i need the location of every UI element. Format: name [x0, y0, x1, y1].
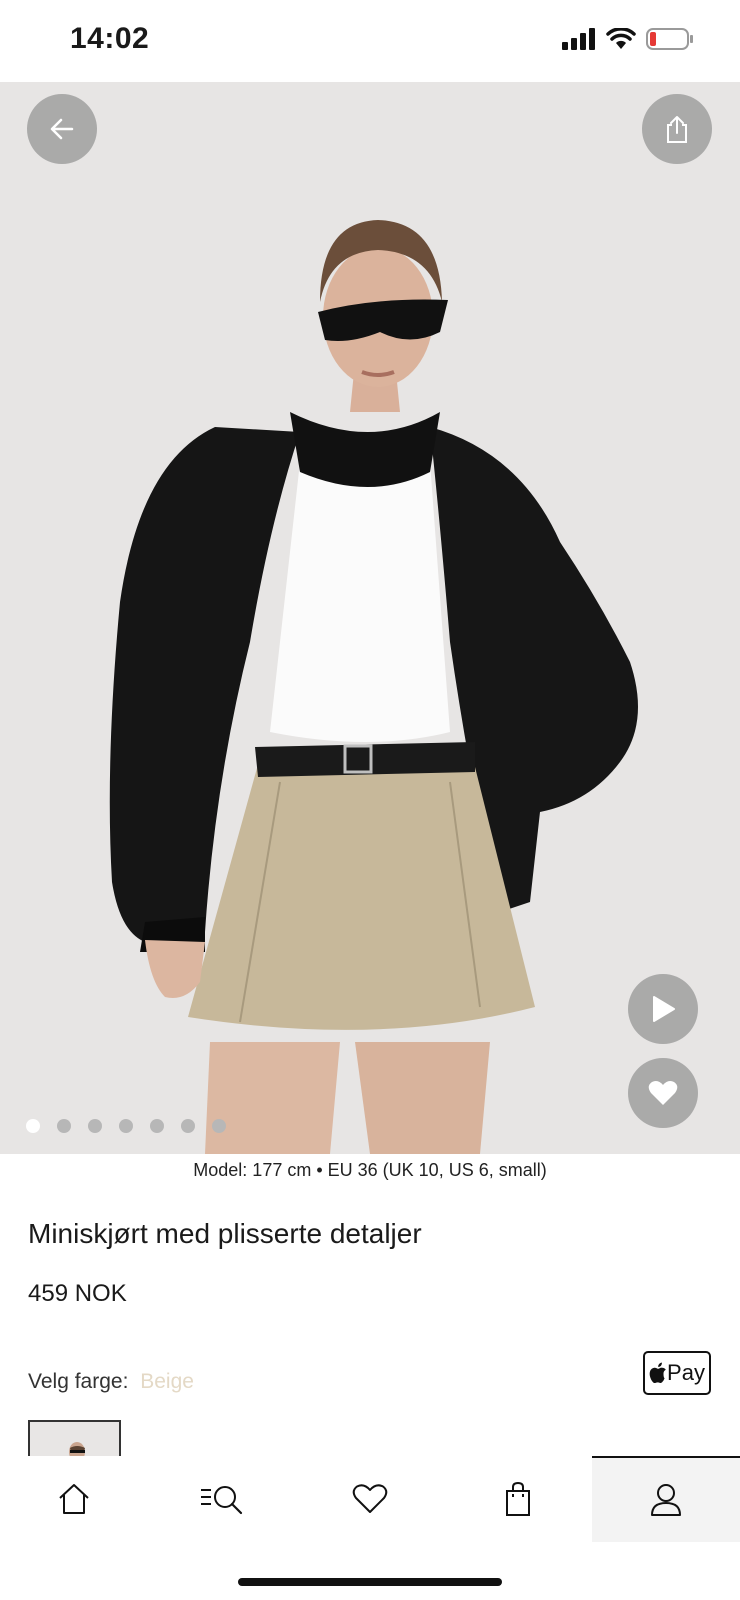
play-video-button[interactable]: [628, 974, 698, 1044]
bag-icon: [506, 1481, 530, 1516]
pagination-dot[interactable]: [181, 1119, 195, 1133]
signal-icon: [562, 28, 595, 50]
pagination-dot[interactable]: [119, 1119, 133, 1133]
status-time: 14:02: [70, 22, 150, 55]
pagination-dot[interactable]: [212, 1119, 226, 1133]
nav-wishlist[interactable]: [296, 1456, 444, 1542]
menu-search-icon: [201, 1486, 243, 1515]
share-button[interactable]: [642, 94, 712, 164]
share-icon: [667, 116, 687, 143]
favorite-button[interactable]: [628, 1058, 698, 1128]
home-icon: [59, 1484, 89, 1514]
product-title: Miniskjørt med plisserte detaljer: [28, 1218, 422, 1249]
apple-pay-button[interactable]: Pay: [643, 1351, 711, 1395]
image-pagination: [26, 1119, 226, 1133]
battery-icon: [646, 28, 693, 50]
product-image[interactable]: [0, 82, 740, 1154]
color-swatch-thumbnail[interactable]: [28, 1420, 121, 1456]
wifi-icon: [606, 28, 636, 49]
product-photo: [0, 82, 740, 1154]
thumbnail-image: [30, 1422, 119, 1456]
heart-outline-icon: [352, 1484, 388, 1513]
color-value: Beige: [140, 1370, 194, 1393]
product-price: 459 NOK: [28, 1280, 127, 1307]
nav-home[interactable]: [0, 1456, 148, 1542]
arrow-left-icon: [50, 118, 74, 140]
pagination-dot[interactable]: [26, 1119, 40, 1133]
color-label: Velg farge:: [28, 1370, 129, 1393]
home-indicator[interactable]: [238, 1578, 502, 1586]
color-selector-label: Velg farge: Beige: [28, 1370, 194, 1394]
nav-browse[interactable]: [148, 1456, 296, 1542]
model-info: Model: 177 cm • EU 36 (UK 10, US 6, smal…: [193, 1160, 547, 1180]
back-button[interactable]: [27, 94, 97, 164]
apple-logo-icon: [649, 1362, 666, 1384]
pagination-dot[interactable]: [150, 1119, 164, 1133]
status-bar: 14:02: [0, 0, 740, 82]
status-icons: [562, 28, 694, 50]
nav-account[interactable]: [592, 1456, 740, 1542]
pagination-dot[interactable]: [57, 1119, 71, 1133]
play-icon: [653, 996, 675, 1022]
heart-icon: [648, 1081, 678, 1105]
pagination-dot[interactable]: [88, 1119, 102, 1133]
user-icon: [651, 1484, 681, 1516]
apple-pay-label: Pay: [667, 1360, 705, 1385]
nav-bag[interactable]: [444, 1456, 592, 1542]
